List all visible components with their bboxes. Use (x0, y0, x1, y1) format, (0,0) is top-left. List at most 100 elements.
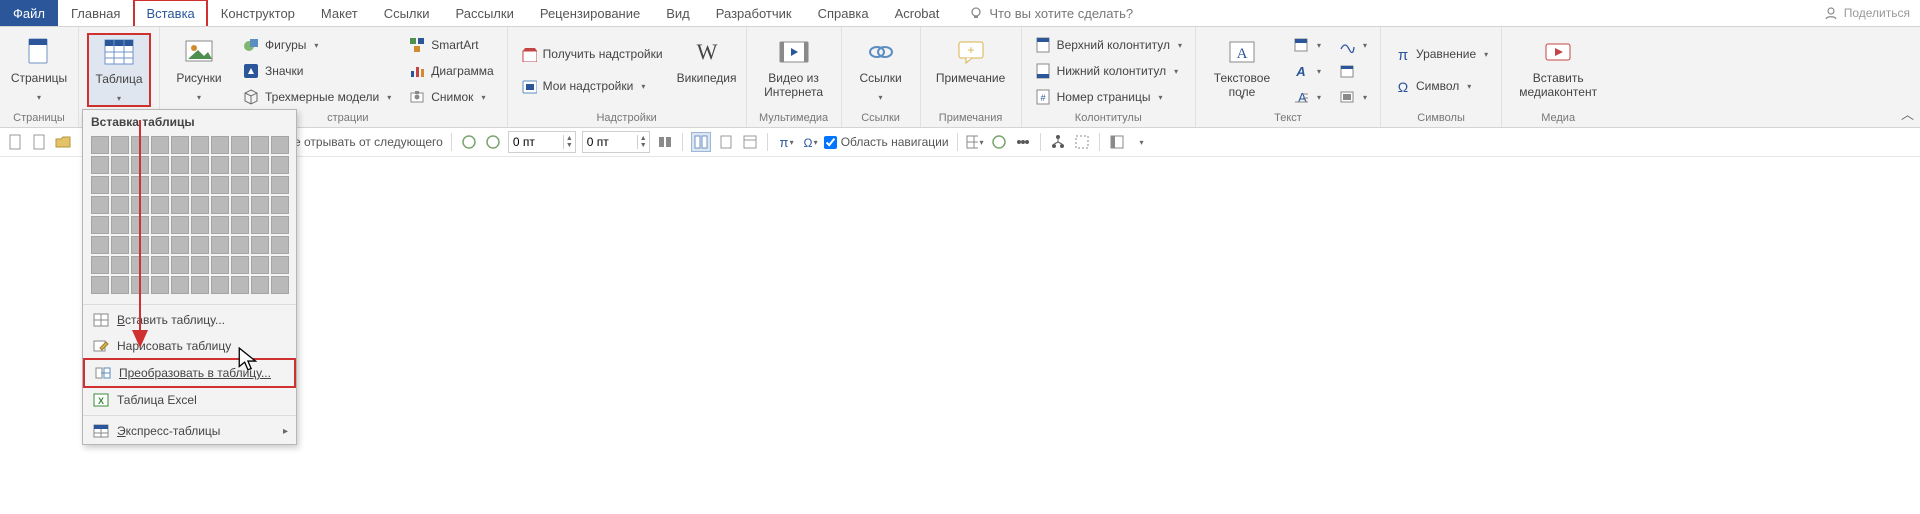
view-draft-icon[interactable] (717, 133, 735, 151)
object-button[interactable]: ▾ (1334, 85, 1372, 109)
qat-misc-1[interactable] (656, 133, 674, 151)
grid-cell[interactable] (271, 136, 289, 154)
shapes-button[interactable]: Фигуры▾ (238, 33, 396, 57)
comment-button[interactable]: + Примечание (929, 33, 1013, 105)
grid-cell[interactable] (231, 196, 249, 214)
grid-cell[interactable] (231, 176, 249, 194)
spinner-arrows[interactable]: ▲▼ (637, 135, 649, 149)
grid-cell[interactable] (231, 156, 249, 174)
grid-cell[interactable] (171, 156, 189, 174)
grid-cell[interactable] (251, 216, 269, 234)
grid-cell[interactable] (131, 276, 149, 294)
grid-cell[interactable] (111, 276, 129, 294)
links-button[interactable]: Ссылки ▾ (850, 33, 912, 105)
grid-cell[interactable] (91, 156, 109, 174)
grid-cell[interactable] (171, 176, 189, 194)
equation-pi-icon[interactable]: π▾ (776, 133, 794, 151)
tab-acrobat[interactable]: Acrobat (882, 0, 953, 26)
get-addins-button[interactable]: Получить надстройки (516, 39, 668, 69)
grid-cell[interactable] (191, 136, 209, 154)
tab-view[interactable]: Вид (653, 0, 703, 26)
grid-cell[interactable] (171, 216, 189, 234)
tab-file[interactable]: Файл (0, 0, 58, 26)
screenshot-button[interactable]: Снимок▾ (404, 85, 498, 109)
smartart-button[interactable]: SmartArt (404, 33, 498, 57)
grid-cell[interactable] (111, 136, 129, 154)
grid-cell[interactable] (191, 196, 209, 214)
grid-cell[interactable] (251, 156, 269, 174)
signature-line-button[interactable]: ▾ (1334, 33, 1372, 57)
grid-cell[interactable] (251, 276, 269, 294)
tab-design[interactable]: Конструктор (208, 0, 308, 26)
grid-cell[interactable] (131, 216, 149, 234)
grid-cell[interactable] (151, 136, 169, 154)
grid-cell[interactable] (131, 176, 149, 194)
spinner-arrows[interactable]: ▲▼ (563, 135, 575, 149)
draw-table-item[interactable]: Нарисовать таблицу (83, 333, 296, 359)
spacing-before-value[interactable] (509, 133, 563, 151)
pictures-button[interactable]: Рисунки ▾ (168, 33, 230, 105)
spacing-after-input[interactable]: ▲▼ (582, 131, 650, 153)
grid-cell[interactable] (191, 176, 209, 194)
date-time-button[interactable] (1334, 59, 1372, 83)
selection-pane-icon[interactable] (1108, 133, 1126, 151)
grid-cell[interactable] (251, 136, 269, 154)
insert-media-button[interactable]: Вставить медиаконтент (1510, 33, 1606, 105)
grid-cell[interactable] (271, 176, 289, 194)
grid-cell[interactable] (131, 196, 149, 214)
grid-cell[interactable] (211, 156, 229, 174)
grid-cell[interactable] (111, 176, 129, 194)
grid-cell[interactable] (131, 156, 149, 174)
share-button[interactable]: Поделиться (1824, 0, 1910, 26)
grid-cell[interactable] (131, 136, 149, 154)
grid-cell[interactable] (171, 256, 189, 274)
my-addins-button[interactable]: Мои надстройки▾ (516, 71, 668, 101)
hierarchy-icon[interactable] (1049, 133, 1067, 151)
symbol-omega-icon[interactable]: Ω▾ (800, 133, 818, 151)
grid-cell[interactable] (91, 276, 109, 294)
tab-references[interactable]: Ссылки (371, 0, 443, 26)
collapse-ribbon-button[interactable]: ︿ (1901, 104, 1914, 123)
grid-cell[interactable] (91, 216, 109, 234)
grid-cell[interactable] (131, 236, 149, 254)
grid-cell[interactable] (211, 236, 229, 254)
text-box-button[interactable]: A Текстовое поле ▾ (1204, 33, 1280, 105)
grid-cell[interactable] (191, 236, 209, 254)
icons-button[interactable]: Значки (238, 59, 396, 83)
grid-cell[interactable] (251, 236, 269, 254)
grid-cell[interactable] (151, 236, 169, 254)
grid-cell[interactable] (211, 176, 229, 194)
grid-cell[interactable] (271, 276, 289, 294)
grid-cell[interactable] (231, 276, 249, 294)
quick-tables-item[interactable]: Экспресс-таблицы ▸ (83, 418, 296, 444)
circle-icon-2[interactable] (484, 133, 502, 151)
tab-home[interactable]: Главная (58, 0, 133, 26)
grid-cell[interactable] (111, 216, 129, 234)
select-objects-icon[interactable] (1073, 133, 1091, 151)
table-grid-picker[interactable] (83, 134, 296, 302)
view-print-layout-icon[interactable] (691, 132, 711, 152)
convert-to-table-item[interactable]: Преобразовать в таблицу... (83, 358, 296, 388)
grid-cell[interactable] (131, 256, 149, 274)
grid-cell[interactable] (271, 196, 289, 214)
grid-cell[interactable] (211, 196, 229, 214)
grid-cell[interactable] (231, 256, 249, 274)
excel-spreadsheet-item[interactable]: X Таблица Excel (83, 387, 296, 413)
wikipedia-button[interactable]: W Википедия (676, 33, 738, 105)
quick-parts-button[interactable]: ▾ (1288, 33, 1326, 57)
grid-cell[interactable] (111, 236, 129, 254)
grid-cell[interactable] (151, 276, 169, 294)
grid-cell[interactable] (191, 256, 209, 274)
grid-cell[interactable] (191, 216, 209, 234)
grid-cell[interactable] (271, 216, 289, 234)
nav-pane-checkbox[interactable]: Область навигации (824, 135, 949, 149)
qat-new-doc2-icon[interactable] (30, 133, 48, 151)
tab-mailings[interactable]: Рассылки (442, 0, 526, 26)
grid-cell[interactable] (231, 136, 249, 154)
drop-cap-button[interactable]: A▾ (1288, 85, 1326, 109)
grid-cell[interactable] (211, 136, 229, 154)
grid-cell[interactable] (251, 176, 269, 194)
online-video-button[interactable]: Видео из Интернета (755, 33, 833, 105)
grid-cell[interactable] (151, 256, 169, 274)
grid-cell[interactable] (191, 276, 209, 294)
